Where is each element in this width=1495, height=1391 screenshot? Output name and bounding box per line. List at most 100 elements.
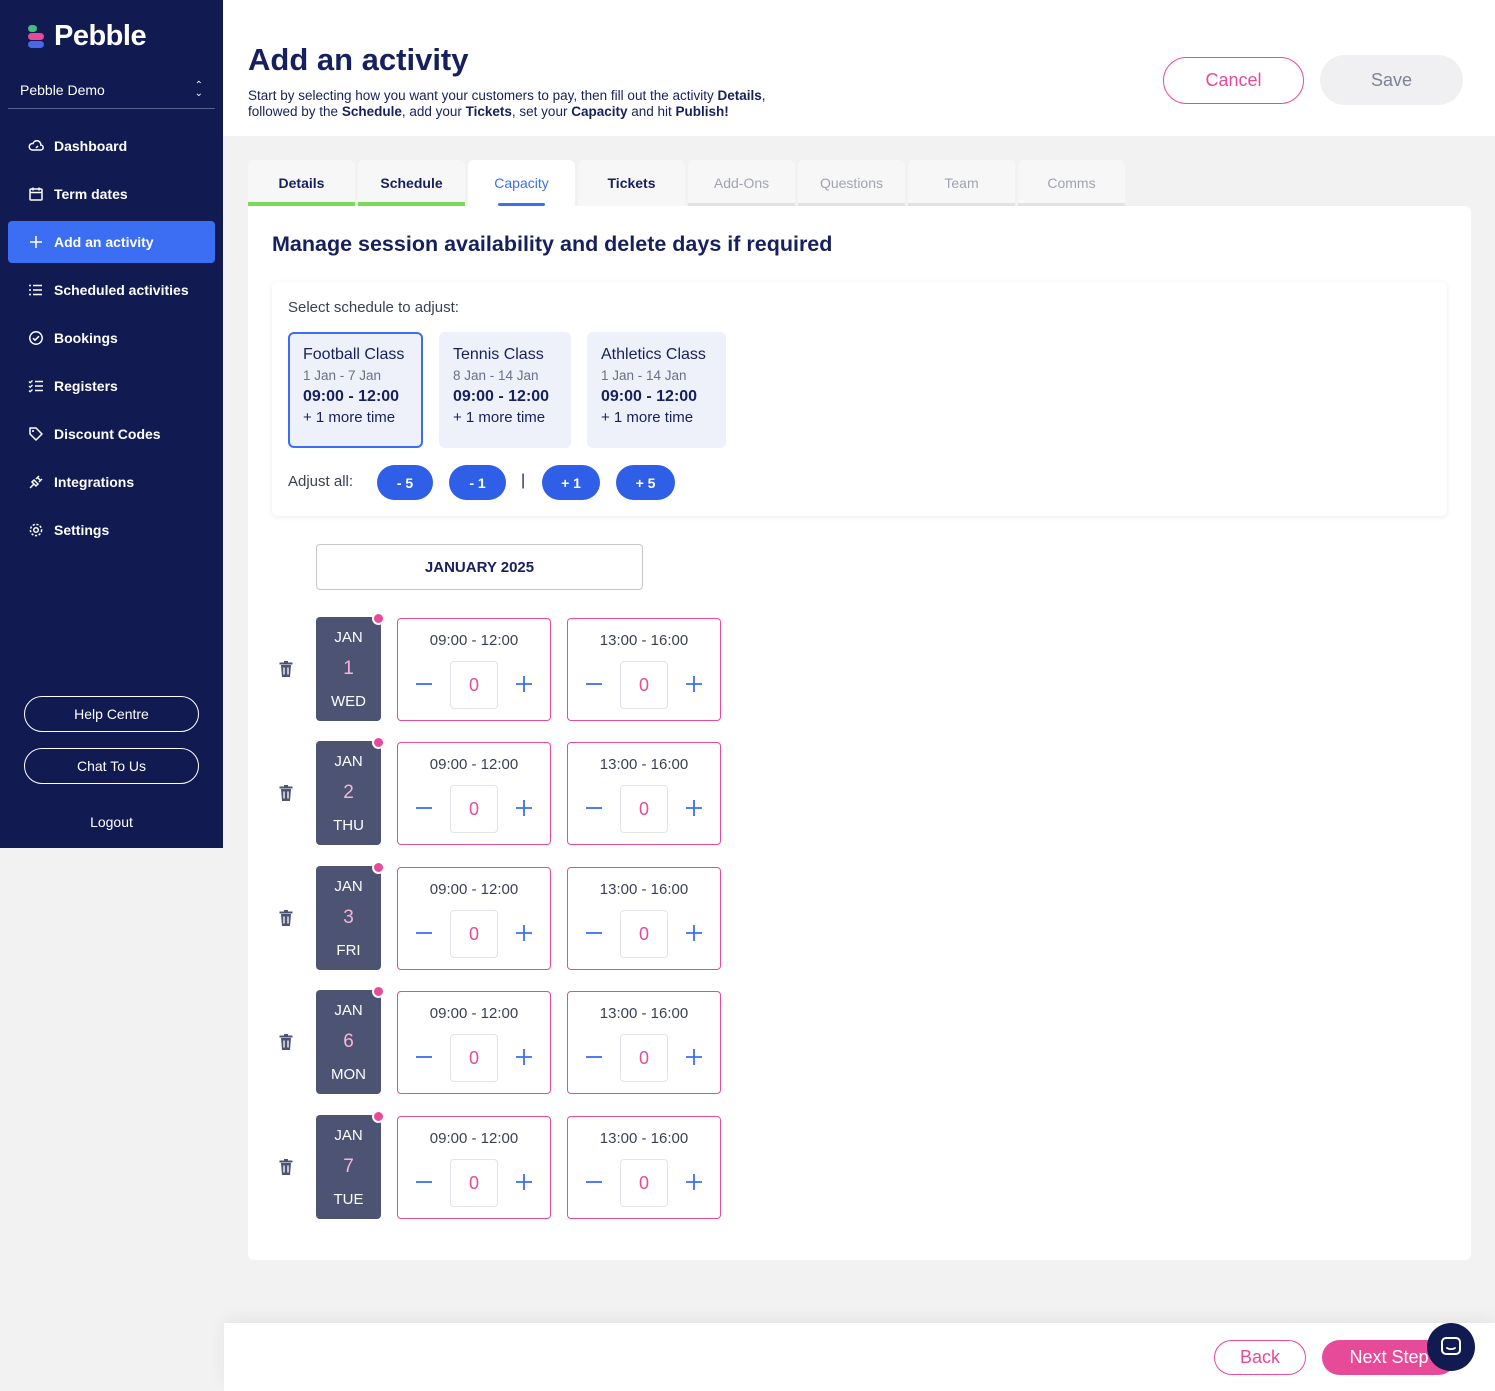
- help-centre-button[interactable]: Help Centre: [24, 696, 199, 732]
- sidebar-item-add-activity[interactable]: Add an activity: [8, 221, 215, 263]
- tab-capacity[interactable]: Capacity: [468, 160, 575, 206]
- plus-icon[interactable]: [683, 922, 705, 944]
- page-description: Start by selecting how you want your cus…: [248, 88, 766, 119]
- page-header: Add an activity Start by selecting how y…: [223, 0, 1495, 136]
- sidebar-nav: Dashboard Term dates Add an activity Sch…: [8, 125, 215, 557]
- status-dot: [372, 985, 385, 998]
- calendar-icon: [28, 186, 44, 202]
- minus-icon[interactable]: [413, 922, 435, 944]
- minus-icon[interactable]: [583, 797, 605, 819]
- organisation-name: Pebble Demo: [20, 82, 105, 98]
- sidebar-item-term-dates[interactable]: Term dates: [8, 173, 215, 215]
- plus-icon[interactable]: [683, 797, 705, 819]
- schedule-card-tennis[interactable]: Tennis Class 8 Jan - 14 Jan 09:00 - 12:0…: [439, 332, 571, 448]
- sidebar: Pebble Pebble Demo ⌃ ⌄ Dashboard Term dat…: [0, 0, 223, 848]
- session-slot: 09:00 - 12:00 0: [397, 1116, 551, 1219]
- minus-icon[interactable]: [583, 1046, 605, 1068]
- plus-icon[interactable]: [513, 673, 535, 695]
- pebble-logo-icon: [28, 23, 46, 51]
- date-badge: JAN 3 FRI: [316, 861, 385, 970]
- date-day: 7: [343, 1156, 354, 1177]
- plus-icon[interactable]: [683, 1171, 705, 1193]
- back-button[interactable]: Back: [1214, 1340, 1306, 1375]
- logout-link[interactable]: Logout: [0, 814, 223, 830]
- capacity-input[interactable]: 0: [450, 1034, 498, 1082]
- tab-tickets[interactable]: Tickets: [578, 160, 685, 206]
- plus-icon[interactable]: [513, 1046, 535, 1068]
- sidebar-item-integrations[interactable]: Integrations: [8, 461, 215, 503]
- tab-comms[interactable]: Comms: [1018, 160, 1125, 206]
- organisation-select[interactable]: Pebble Demo ⌃ ⌄: [8, 72, 215, 109]
- status-dot: [372, 1110, 385, 1123]
- tab-schedule[interactable]: Schedule: [358, 160, 465, 206]
- session-slot: 13:00 - 16:00 0: [567, 1116, 721, 1219]
- capacity-input[interactable]: 0: [620, 785, 668, 833]
- session-slot: 13:00 - 16:00 0: [567, 742, 721, 845]
- schedule-selector-panel: Select schedule to adjust: Football Clas…: [272, 282, 1447, 516]
- session-slot: 09:00 - 12:00 0: [397, 618, 551, 721]
- capacity-input[interactable]: 0: [450, 785, 498, 833]
- sidebar-item-settings[interactable]: Settings: [8, 509, 215, 551]
- logo[interactable]: Pebble: [28, 20, 147, 53]
- plus-icon[interactable]: [683, 673, 705, 695]
- chat-launcher-button[interactable]: [1427, 1323, 1475, 1371]
- save-button[interactable]: Save: [1320, 55, 1463, 105]
- date-badge: JAN 1 WED: [316, 612, 385, 721]
- adjust-plus-5-button[interactable]: + 5: [616, 465, 675, 500]
- cancel-button[interactable]: Cancel: [1163, 57, 1304, 104]
- minus-icon[interactable]: [413, 673, 435, 695]
- trash-icon[interactable]: [276, 1157, 296, 1177]
- minus-icon[interactable]: [583, 922, 605, 944]
- trash-icon[interactable]: [276, 1032, 296, 1052]
- plus-icon[interactable]: [513, 1171, 535, 1193]
- tab-questions[interactable]: Questions: [798, 160, 905, 206]
- sidebar-item-bookings[interactable]: Bookings: [8, 317, 215, 359]
- sidebar-item-discount-codes[interactable]: Discount Codes: [8, 413, 215, 455]
- capacity-input[interactable]: 0: [450, 910, 498, 958]
- check-circle-icon: [28, 330, 44, 346]
- trash-icon[interactable]: [276, 908, 296, 928]
- sidebar-item-scheduled-activities[interactable]: Scheduled activities: [8, 269, 215, 311]
- minus-icon[interactable]: [583, 673, 605, 695]
- plus-icon[interactable]: [513, 797, 535, 819]
- tab-add-ons[interactable]: Add-Ons: [688, 160, 795, 206]
- sidebar-item-registers[interactable]: Registers: [8, 365, 215, 407]
- tab-team[interactable]: Team: [908, 160, 1015, 206]
- session-slot: 13:00 - 16:00 0: [567, 867, 721, 970]
- minus-icon[interactable]: [583, 1171, 605, 1193]
- adjust-separator: |: [521, 472, 526, 489]
- chat-to-us-button[interactable]: Chat To Us: [24, 748, 199, 784]
- chat-icon: [1441, 1337, 1461, 1355]
- minus-icon[interactable]: [413, 797, 435, 819]
- slot-time: 13:00 - 16:00: [599, 756, 689, 773]
- trash-icon[interactable]: [276, 783, 296, 803]
- adjust-minus-5-button[interactable]: - 5: [377, 465, 433, 500]
- adjust-minus-1-button[interactable]: - 1: [449, 465, 506, 500]
- tab-details[interactable]: Details: [248, 160, 355, 206]
- capacity-input[interactable]: 0: [620, 1159, 668, 1207]
- date-weekday: FRI: [336, 942, 361, 959]
- slot-time: 13:00 - 16:00: [599, 881, 689, 898]
- capacity-input[interactable]: 0: [620, 661, 668, 709]
- minus-icon[interactable]: [413, 1046, 435, 1068]
- status-dot: [372, 861, 385, 874]
- date-month: JAN: [334, 878, 363, 895]
- minus-icon[interactable]: [413, 1171, 435, 1193]
- session-slot: 09:00 - 12:00 0: [397, 867, 551, 970]
- capacity-input[interactable]: 0: [450, 1159, 498, 1207]
- capacity-input[interactable]: 0: [620, 1034, 668, 1082]
- session-slot: 09:00 - 12:00 0: [397, 991, 551, 1094]
- capacity-input[interactable]: 0: [620, 910, 668, 958]
- step-tabs: Details Schedule Capacity Tickets Add-On…: [248, 160, 1125, 206]
- date-weekday: TUE: [333, 1191, 364, 1208]
- sidebar-item-dashboard[interactable]: Dashboard: [8, 125, 215, 167]
- plus-icon[interactable]: [683, 1046, 705, 1068]
- plus-icon[interactable]: [513, 922, 535, 944]
- section-title: Manage session availability and delete d…: [272, 232, 833, 256]
- capacity-input[interactable]: 0: [450, 661, 498, 709]
- schedule-card-athletics[interactable]: Athletics Class 1 Jan - 14 Jan 09:00 - 1…: [587, 332, 726, 448]
- slot-time: 09:00 - 12:00: [429, 1130, 519, 1147]
- trash-icon[interactable]: [276, 659, 296, 679]
- schedule-card-football[interactable]: Football Class 1 Jan - 7 Jan 09:00 - 12:…: [288, 332, 423, 448]
- adjust-plus-1-button[interactable]: + 1: [542, 465, 600, 500]
